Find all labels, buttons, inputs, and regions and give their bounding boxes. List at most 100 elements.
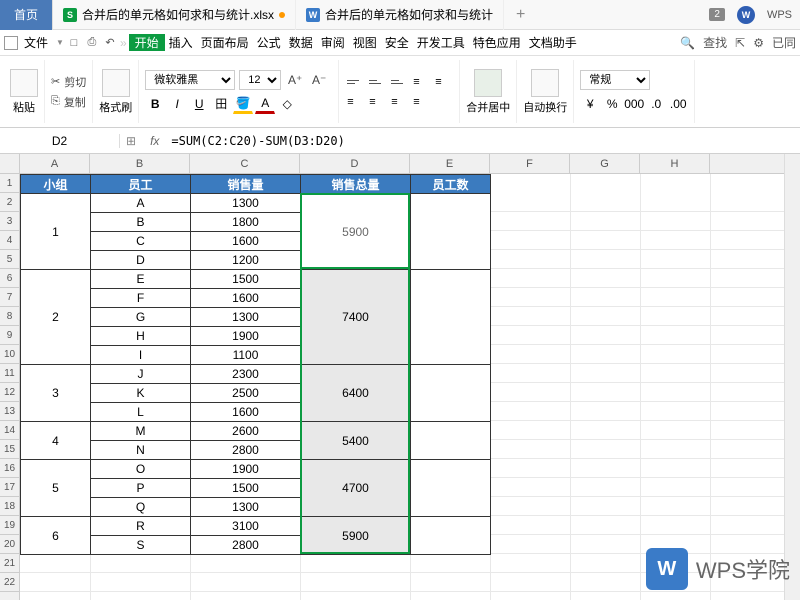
total-cell[interactable]: 5900 xyxy=(301,517,411,555)
sales-cell[interactable]: 2800 xyxy=(191,441,301,460)
employee-cell[interactable]: S xyxy=(91,536,191,555)
count-cell[interactable] xyxy=(411,422,491,460)
employee-cell[interactable]: B xyxy=(91,213,191,232)
undo-icon[interactable]: ↶ xyxy=(102,35,118,51)
employee-cell[interactable]: O xyxy=(91,460,191,479)
col-header[interactable]: H xyxy=(640,154,710,173)
align-left-icon[interactable]: ≡ xyxy=(345,93,365,111)
sales-cell[interactable]: 1900 xyxy=(191,460,301,479)
employee-cell[interactable]: I xyxy=(91,346,191,365)
employee-cell[interactable]: K xyxy=(91,384,191,403)
employee-cell[interactable]: D xyxy=(91,251,191,270)
row-header[interactable]: 1 xyxy=(0,174,19,193)
font-color-button[interactable]: A xyxy=(255,94,275,114)
ribbon-tab-4[interactable]: 数据 xyxy=(285,34,317,51)
employee-cell[interactable]: N xyxy=(91,441,191,460)
percent-icon[interactable]: % xyxy=(602,94,622,114)
group-cell[interactable]: 6 xyxy=(21,517,91,555)
fx-label[interactable]: fx xyxy=(142,134,167,148)
wrap-icon[interactable] xyxy=(531,69,559,97)
total-cell[interactable]: 5900 xyxy=(301,194,411,270)
total-cell[interactable]: 4700 xyxy=(301,460,411,517)
employee-cell[interactable]: P xyxy=(91,479,191,498)
ribbon-tab-1[interactable]: 插入 xyxy=(165,34,197,51)
vertical-scrollbar[interactable] xyxy=(784,154,800,600)
total-cell[interactable]: 7400 xyxy=(301,270,411,365)
row-header[interactable]: 10 xyxy=(0,345,19,364)
col-header[interactable]: C xyxy=(190,154,300,173)
cell-reference[interactable]: D2 xyxy=(0,134,120,148)
justify-icon[interactable]: ≡ xyxy=(411,93,431,111)
tab-workbook-1[interactable]: S 合并后的单元格如何求和与统计.xlsx xyxy=(53,0,296,30)
sales-cell[interactable]: 1600 xyxy=(191,289,301,308)
count-cell[interactable] xyxy=(411,270,491,365)
increase-decimal-icon[interactable]: .00 xyxy=(668,94,688,114)
ribbon-tab-8[interactable]: 开发工具 xyxy=(413,34,469,51)
align-right-icon[interactable]: ≡ xyxy=(389,93,409,111)
align-center-icon[interactable]: ≡ xyxy=(367,93,387,111)
new-tab-button[interactable]: + xyxy=(504,6,537,24)
cell-grid[interactable]: 小组员工销售量销售总量员工数1A13005900B1800C1600D12002… xyxy=(20,174,800,600)
row-header[interactable]: 8 xyxy=(0,307,19,326)
group-cell[interactable]: 5 xyxy=(21,460,91,517)
ribbon-tab-5[interactable]: 审阅 xyxy=(317,34,349,51)
sales-cell[interactable]: 1500 xyxy=(191,270,301,289)
formula-input[interactable] xyxy=(167,134,800,148)
number-format-select[interactable]: 常规 xyxy=(580,70,650,90)
font-size-select[interactable]: 12 xyxy=(239,70,281,90)
row-header[interactable]: 11 xyxy=(0,364,19,383)
row-header[interactable]: 17 xyxy=(0,478,19,497)
employee-cell[interactable]: R xyxy=(91,517,191,536)
row-header[interactable]: 22 xyxy=(0,573,19,592)
group-cell[interactable]: 1 xyxy=(21,194,91,270)
employee-cell[interactable]: J xyxy=(91,365,191,384)
employee-cell[interactable]: E xyxy=(91,270,191,289)
employee-cell[interactable]: L xyxy=(91,403,191,422)
indent-right-icon[interactable]: ≡ xyxy=(433,73,453,91)
wrap-text-button[interactable]: 自动换行 xyxy=(523,99,567,115)
decrease-decimal-icon[interactable]: .0 xyxy=(646,94,666,114)
clear-format-button[interactable]: ◇ xyxy=(277,94,297,114)
col-header[interactable]: D xyxy=(300,154,410,173)
comma-icon[interactable]: 000 xyxy=(624,94,644,114)
group-cell[interactable]: 2 xyxy=(21,270,91,365)
col-header[interactable]: G xyxy=(570,154,640,173)
tab-workbook-2[interactable]: W 合并后的单元格如何求和与统计 xyxy=(296,0,504,30)
align-bottom-icon[interactable] xyxy=(389,73,409,91)
count-cell[interactable] xyxy=(411,365,491,422)
row-header[interactable]: 12 xyxy=(0,383,19,402)
cut-button[interactable]: ✂剪切 xyxy=(51,74,86,90)
row-header[interactable]: 7 xyxy=(0,288,19,307)
sales-cell[interactable]: 1300 xyxy=(191,498,301,517)
sales-cell[interactable]: 1600 xyxy=(191,403,301,422)
row-header[interactable]: 4 xyxy=(0,231,19,250)
row-header[interactable]: 3 xyxy=(0,212,19,231)
total-cell[interactable]: 6400 xyxy=(301,365,411,422)
row-header[interactable]: 15 xyxy=(0,440,19,459)
sales-cell[interactable]: 2600 xyxy=(191,422,301,441)
merge-center-button[interactable]: 合并居中 xyxy=(466,99,510,115)
ribbon-tab-6[interactable]: 视图 xyxy=(349,34,381,51)
row-header[interactable]: 2 xyxy=(0,193,19,212)
row-header[interactable]: 20 xyxy=(0,535,19,554)
sales-cell[interactable]: 1300 xyxy=(191,308,301,327)
employee-cell[interactable]: G xyxy=(91,308,191,327)
border-button[interactable]: 田 xyxy=(211,94,231,114)
file-menu[interactable]: 文件 xyxy=(20,34,52,51)
col-header[interactable]: E xyxy=(410,154,490,173)
count-cell[interactable] xyxy=(411,517,491,555)
app-menu-icon[interactable] xyxy=(4,36,18,50)
wps-logo-icon[interactable]: W xyxy=(737,6,755,24)
select-all-corner[interactable] xyxy=(0,154,20,174)
paste-button[interactable]: 粘贴 xyxy=(13,99,35,115)
group-cell[interactable]: 4 xyxy=(21,422,91,460)
sales-cell[interactable]: 1100 xyxy=(191,346,301,365)
underline-button[interactable]: U xyxy=(189,94,209,114)
col-header[interactable]: F xyxy=(490,154,570,173)
fill-color-button[interactable]: 🪣 xyxy=(233,94,253,114)
indent-left-icon[interactable]: ≡ xyxy=(411,73,431,91)
brush-icon[interactable] xyxy=(102,69,130,97)
sales-cell[interactable]: 1500 xyxy=(191,479,301,498)
ribbon-tab-9[interactable]: 特色应用 xyxy=(469,34,525,51)
sales-cell[interactable]: 1600 xyxy=(191,232,301,251)
